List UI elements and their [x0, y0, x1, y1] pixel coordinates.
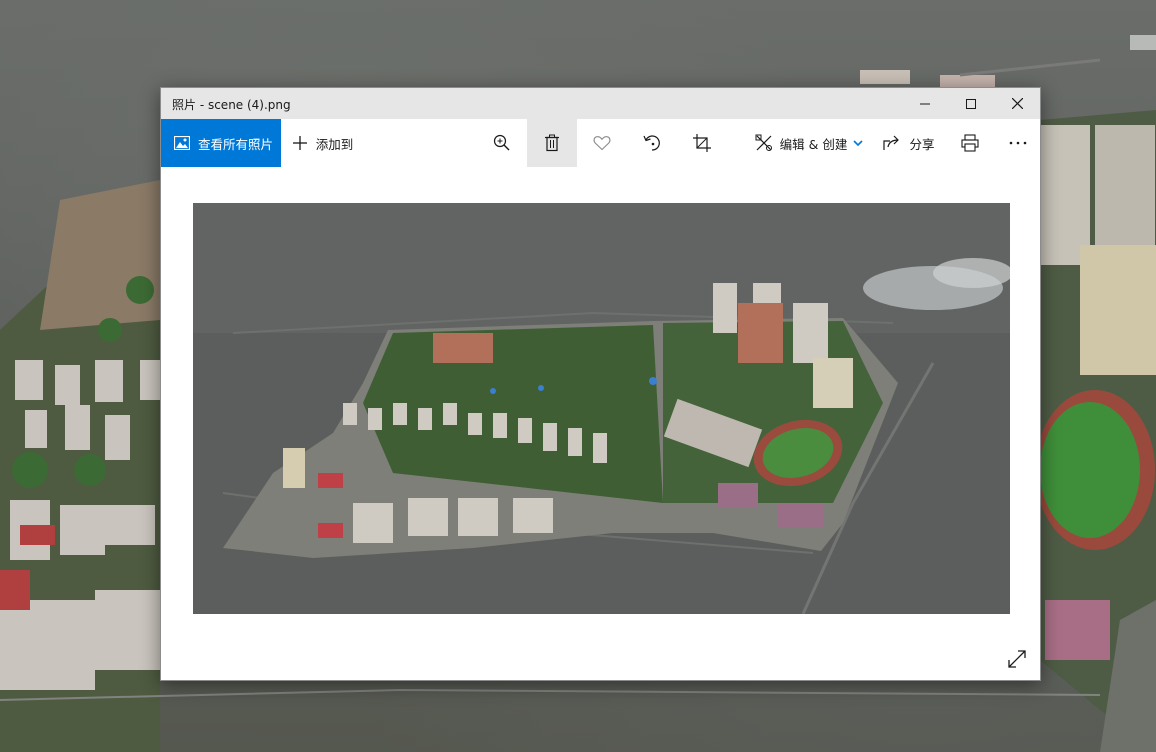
photos-icon: [174, 136, 190, 150]
window-title: 照片 - scene (4).png: [172, 98, 291, 112]
minimize-icon: [920, 103, 930, 104]
view-all-photos-label: 查看所有照片: [198, 136, 274, 152]
more-icon: [1009, 141, 1026, 145]
favorite-button[interactable]: [577, 119, 627, 167]
edit-create-icon: [755, 134, 772, 151]
close-icon: [1011, 98, 1023, 109]
favorite-icon: [593, 136, 611, 151]
view-all-photos-button[interactable]: 查看所有照片: [161, 119, 281, 167]
share-label: 分享: [909, 136, 935, 152]
more-button[interactable]: [995, 119, 1040, 167]
close-button[interactable]: [994, 88, 1040, 119]
add-to-label: 添加到: [315, 136, 354, 152]
expand-icon: [1008, 650, 1026, 668]
maximize-icon: [966, 98, 976, 109]
crop-button[interactable]: [677, 119, 727, 167]
photos-window: 照片 - scene (4).png 查看所有照片 添加到 编辑 & 创建 分享: [160, 87, 1041, 681]
title-bar[interactable]: 照片 - scene (4).png: [161, 88, 1040, 119]
edit-create-button[interactable]: 编辑 & 创建: [749, 119, 869, 167]
rotate-button[interactable]: [627, 119, 677, 167]
add-to-button[interactable]: 添加到: [290, 119, 355, 167]
maximize-button[interactable]: [948, 88, 994, 119]
zoom-icon: [493, 134, 510, 151]
photo-display[interactable]: [193, 203, 1010, 614]
chevron-down-icon: [853, 140, 863, 147]
expand-button[interactable]: [1003, 645, 1031, 673]
rotate-icon: [643, 135, 660, 151]
zoom-button[interactable]: [477, 119, 527, 167]
print-icon: [961, 134, 979, 152]
minimize-button[interactable]: [902, 88, 948, 119]
share-icon: [883, 135, 900, 150]
delete-button[interactable]: [527, 119, 577, 167]
scene-photo: [193, 203, 1010, 614]
share-button[interactable]: 分享: [879, 119, 939, 167]
plus-icon: [292, 136, 307, 150]
delete-icon: [545, 134, 559, 152]
edit-create-label: 编辑 & 创建: [779, 136, 848, 152]
print-button[interactable]: [945, 119, 995, 167]
toolbar: 查看所有照片 添加到 编辑 & 创建 分享: [161, 119, 1040, 167]
crop-icon: [693, 134, 711, 152]
